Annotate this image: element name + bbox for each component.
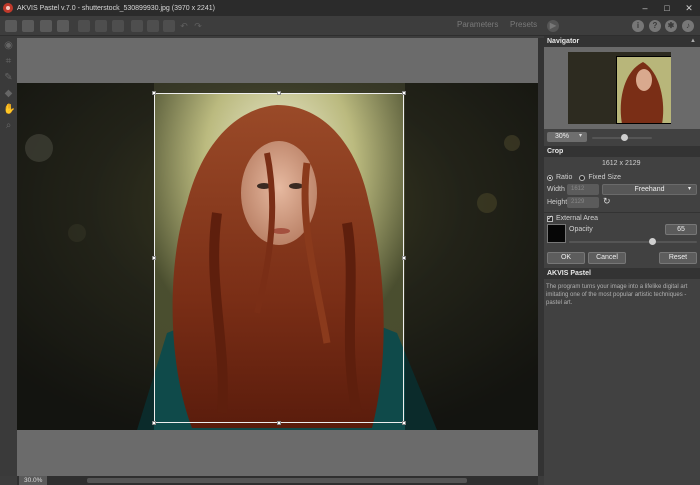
import-strokes-icon[interactable] bbox=[95, 20, 107, 32]
text-icon[interactable] bbox=[163, 20, 175, 32]
crop-handle-right[interactable] bbox=[402, 256, 406, 260]
image-canvas[interactable] bbox=[17, 38, 538, 476]
crop-icon[interactable]: ⌗ bbox=[3, 56, 14, 67]
close-button[interactable]: ✕ bbox=[678, 0, 700, 16]
navigator-preview[interactable] bbox=[544, 47, 700, 129]
maximize-button[interactable]: □ bbox=[656, 0, 678, 16]
chevron-down-icon: ▾ bbox=[688, 186, 692, 192]
info-icon[interactable]: i bbox=[632, 20, 644, 32]
title-bar: AKVIS Pastel v.7.0 - shutterstock_530899… bbox=[0, 0, 700, 16]
external-area-label: External Area bbox=[556, 215, 599, 222]
before-after-icon[interactable]: ◉ bbox=[3, 40, 14, 51]
width-field[interactable]: 1612 bbox=[567, 184, 599, 195]
fixed-size-label: Fixed Size bbox=[588, 174, 622, 181]
window-controls: – □ ✕ bbox=[634, 0, 700, 16]
opacity-slider-knob[interactable] bbox=[649, 238, 657, 245]
external-area-checkbox[interactable] bbox=[547, 214, 553, 222]
tool-strip: ◉ ⌗ ✎ ◆ ✋ ⌕ bbox=[0, 36, 17, 476]
cancel-button[interactable]: Cancel bbox=[588, 252, 626, 264]
collapse-icon[interactable]: ▲ bbox=[690, 36, 696, 47]
ratio-label: Ratio bbox=[556, 174, 573, 181]
external-area-right bbox=[405, 83, 538, 430]
crop-handle-left[interactable] bbox=[152, 256, 156, 260]
redo-icon[interactable]: ↷ bbox=[192, 20, 204, 32]
print-icon[interactable] bbox=[57, 20, 69, 32]
navigator-header[interactable]: Navigator ▲ bbox=[544, 36, 700, 47]
hand-icon[interactable]: ✋ bbox=[3, 104, 15, 115]
ratio-radio[interactable] bbox=[547, 174, 553, 181]
scroll-thumb[interactable] bbox=[87, 478, 467, 483]
height-field[interactable]: 2129 bbox=[567, 197, 599, 208]
eraser-icon[interactable]: ◆ bbox=[3, 88, 14, 99]
navigator-title: Navigator bbox=[547, 38, 580, 45]
help-icon[interactable]: ? bbox=[649, 20, 661, 32]
fixed-size-radio[interactable] bbox=[579, 174, 586, 181]
navigator-view-rect[interactable] bbox=[616, 56, 671, 124]
canvas-icon[interactable] bbox=[131, 20, 143, 32]
about-description: The program turns your image into a life… bbox=[546, 284, 688, 306]
zoom-slider-knob[interactable] bbox=[621, 134, 628, 141]
save-icon[interactable] bbox=[22, 20, 34, 32]
external-color-swatch[interactable] bbox=[547, 224, 566, 243]
about-title: AKVIS Pastel bbox=[547, 270, 591, 277]
external-area-row: External Area bbox=[547, 214, 599, 222]
navigator-thumbnail bbox=[568, 52, 671, 124]
tab-parameters[interactable]: Parameters bbox=[457, 20, 498, 29]
undo-icon[interactable]: ↶ bbox=[178, 20, 190, 32]
height-label: Height bbox=[547, 199, 568, 206]
crop-dimensions: 1612 x 2129 bbox=[602, 160, 641, 167]
zoom-icon[interactable]: ⌕ bbox=[3, 120, 14, 131]
chevron-down-icon: ▾ bbox=[579, 133, 583, 139]
export-strokes-icon[interactable] bbox=[112, 20, 124, 32]
zoom-level: 30.0% bbox=[19, 476, 48, 485]
crop-handle-bottom-left[interactable] bbox=[152, 421, 156, 425]
play-icon[interactable]: ▶ bbox=[547, 20, 559, 32]
ok-button[interactable]: OK bbox=[547, 252, 585, 264]
settings-panel: Navigator ▲ 30% ▾ Crop 1612 x 2129 Ratio… bbox=[544, 36, 700, 485]
swap-icon[interactable]: ↻ bbox=[603, 196, 611, 207]
app-logo-icon bbox=[3, 3, 13, 13]
window-title: AKVIS Pastel v.7.0 - shutterstock_530899… bbox=[17, 4, 215, 12]
horizontal-scrollbar[interactable]: 30.0% bbox=[17, 476, 538, 485]
width-label: Width bbox=[547, 186, 565, 193]
opacity-slider[interactable] bbox=[569, 241, 697, 243]
about-header: AKVIS Pastel bbox=[544, 268, 700, 279]
crop-handle-bottom-right[interactable] bbox=[402, 421, 406, 425]
batch-icon[interactable] bbox=[78, 20, 90, 32]
crop-handle-bottom[interactable] bbox=[277, 421, 281, 425]
crop-handle-top-right[interactable] bbox=[402, 91, 406, 95]
navigator-zoom-row: 30% ▾ bbox=[544, 129, 700, 144]
bell-icon[interactable]: ♪ bbox=[682, 20, 694, 32]
tab-presets[interactable]: Presets bbox=[510, 20, 537, 29]
crop-mode-row: Ratio Fixed Size bbox=[547, 174, 621, 181]
main-toolbar: ↶ ↷ Parameters Presets ▶ i ? ✱ ♪ bbox=[0, 16, 700, 36]
minimize-button[interactable]: – bbox=[634, 0, 656, 16]
external-area-left bbox=[17, 83, 154, 430]
open-icon[interactable] bbox=[5, 20, 17, 32]
crop-handle-top-left[interactable] bbox=[152, 91, 156, 95]
brush-icon[interactable]: ✎ bbox=[3, 72, 14, 83]
mode-select[interactable]: Freehand bbox=[602, 184, 697, 195]
crop-handle-top[interactable] bbox=[277, 91, 281, 95]
divider bbox=[544, 212, 700, 213]
opacity-value[interactable]: 65 bbox=[665, 224, 697, 235]
gear-icon[interactable]: ✱ bbox=[665, 20, 677, 32]
crop-header: Crop bbox=[544, 146, 700, 157]
opacity-label: Opacity bbox=[569, 226, 593, 233]
crop-title: Crop bbox=[547, 148, 564, 155]
reset-button[interactable]: Reset bbox=[659, 252, 697, 264]
share-icon[interactable] bbox=[40, 20, 52, 32]
frame-icon[interactable] bbox=[147, 20, 159, 32]
crop-frame[interactable] bbox=[152, 91, 406, 425]
